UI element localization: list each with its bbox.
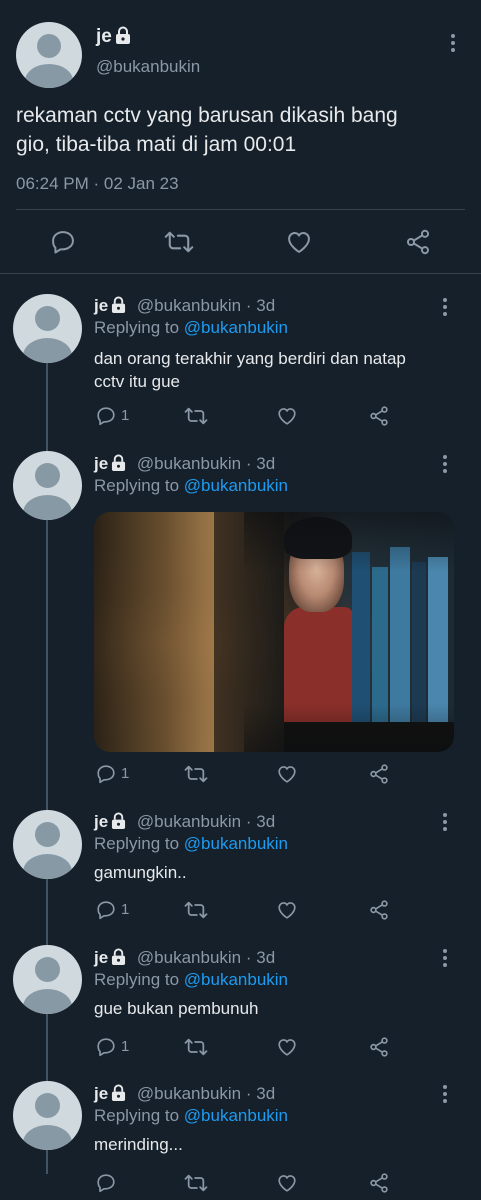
relative-time[interactable]: · 3d xyxy=(246,812,275,831)
replying-to: Replying to @bukanbukin xyxy=(94,1106,289,1125)
handle[interactable]: @bukanbukin xyxy=(137,454,241,473)
display-name[interactable]: je xyxy=(96,26,131,48)
display-name[interactable]: je xyxy=(94,1084,108,1103)
lock-icon xyxy=(112,454,126,471)
lock-icon xyxy=(112,1084,126,1101)
share-icon[interactable] xyxy=(368,405,390,427)
reply-header: je @bukanbukin · 3d xyxy=(94,296,275,316)
share-icon[interactable] xyxy=(404,228,432,256)
like-icon[interactable] xyxy=(276,405,298,427)
handle[interactable]: @bukanbukin xyxy=(137,812,241,831)
divider xyxy=(0,273,481,274)
more-options-icon[interactable] xyxy=(443,298,447,319)
reply-icon[interactable] xyxy=(95,899,117,921)
tweet-thread-page: je @bukanbukin rekaman cctv yang barusan… xyxy=(0,0,481,1200)
replying-to: Replying to @bukanbukin xyxy=(94,476,289,495)
handle[interactable]: @bukanbukin xyxy=(137,948,241,967)
reply-header: je @bukanbukin · 3d xyxy=(94,1084,275,1104)
share-icon[interactable] xyxy=(368,763,390,785)
reply-icon[interactable] xyxy=(95,763,117,785)
reply-text: gue bukan pembunuh xyxy=(94,999,259,1018)
like-icon[interactable] xyxy=(276,1036,298,1058)
like-icon[interactable] xyxy=(276,763,298,785)
reply-count: 1 xyxy=(121,1038,130,1055)
avatar[interactable] xyxy=(13,1081,82,1150)
more-options-icon[interactable] xyxy=(443,455,447,476)
retweet-icon[interactable] xyxy=(184,899,208,921)
tweet-timestamp[interactable]: 06:24 PM · 02 Jan 23 xyxy=(16,174,179,194)
display-name[interactable]: je xyxy=(94,454,108,473)
replying-to: Replying to @bukanbukin xyxy=(94,970,289,989)
reply-text: gamungkin.. xyxy=(94,863,187,882)
more-options-icon[interactable] xyxy=(443,1085,447,1106)
lock-icon xyxy=(112,296,126,313)
share-icon[interactable] xyxy=(368,1172,390,1194)
mention-link[interactable]: @bukanbukin xyxy=(184,476,288,495)
retweet-icon[interactable] xyxy=(184,1036,208,1058)
share-icon[interactable] xyxy=(368,1036,390,1058)
mention-link[interactable]: @bukanbukin xyxy=(184,318,288,337)
relative-time[interactable]: · 3d xyxy=(246,296,275,315)
retweet-icon[interactable] xyxy=(164,228,194,256)
display-name[interactable]: je xyxy=(94,812,108,831)
relative-time[interactable]: · 3d xyxy=(246,1084,275,1103)
avatar[interactable] xyxy=(13,451,82,520)
reply-icon[interactable] xyxy=(49,228,77,256)
handle[interactable]: @bukanbukin xyxy=(137,1084,241,1103)
mention-link[interactable]: @bukanbukin xyxy=(184,834,288,853)
more-options-icon[interactable] xyxy=(451,34,455,55)
avatar[interactable] xyxy=(13,945,82,1014)
more-options-icon[interactable] xyxy=(443,813,447,834)
reply-text: dan orang terakhir yang berdiri dan nata… xyxy=(94,349,406,391)
lock-icon xyxy=(112,812,126,829)
reply-icon[interactable] xyxy=(95,405,117,427)
reply-header: je @bukanbukin · 3d xyxy=(94,948,275,968)
avatar[interactable] xyxy=(16,22,82,88)
tweet-text: rekaman cctv yang barusan dikasih bang g… xyxy=(16,104,398,156)
handle[interactable]: @bukanbukin xyxy=(137,296,241,315)
retweet-icon[interactable] xyxy=(184,1172,208,1194)
reply-icon[interactable] xyxy=(95,1036,117,1058)
mention-link[interactable]: @bukanbukin xyxy=(184,970,288,989)
reply-header: je @bukanbukin · 3d xyxy=(94,454,275,474)
replying-to: Replying to @bukanbukin xyxy=(94,318,289,337)
handle[interactable]: @bukanbukin xyxy=(96,57,200,77)
reply-count: 1 xyxy=(121,407,130,424)
replying-to: Replying to @bukanbukin xyxy=(94,834,289,853)
reply-count: 1 xyxy=(121,765,130,782)
retweet-icon[interactable] xyxy=(184,405,208,427)
lock-icon xyxy=(115,26,130,44)
display-name[interactable]: je xyxy=(94,296,108,315)
tweet-photo[interactable] xyxy=(94,512,454,752)
relative-time[interactable]: · 3d xyxy=(246,948,275,967)
avatar[interactable] xyxy=(13,294,82,363)
avatar[interactable] xyxy=(13,810,82,879)
mention-link[interactable]: @bukanbukin xyxy=(184,1106,288,1125)
like-icon[interactable] xyxy=(276,899,298,921)
reply-text: merinding... xyxy=(94,1135,183,1154)
reply-header: je @bukanbukin · 3d xyxy=(94,812,275,832)
like-icon[interactable] xyxy=(276,1172,298,1194)
divider xyxy=(16,209,465,210)
display-name[interactable]: je xyxy=(94,948,108,967)
more-options-icon[interactable] xyxy=(443,949,447,970)
reply-count: 1 xyxy=(121,901,130,918)
lock-icon xyxy=(112,948,126,965)
share-icon[interactable] xyxy=(368,899,390,921)
reply-icon[interactable] xyxy=(95,1172,117,1194)
relative-time[interactable]: · 3d xyxy=(246,454,275,473)
like-icon[interactable] xyxy=(285,228,313,256)
retweet-icon[interactable] xyxy=(184,763,208,785)
